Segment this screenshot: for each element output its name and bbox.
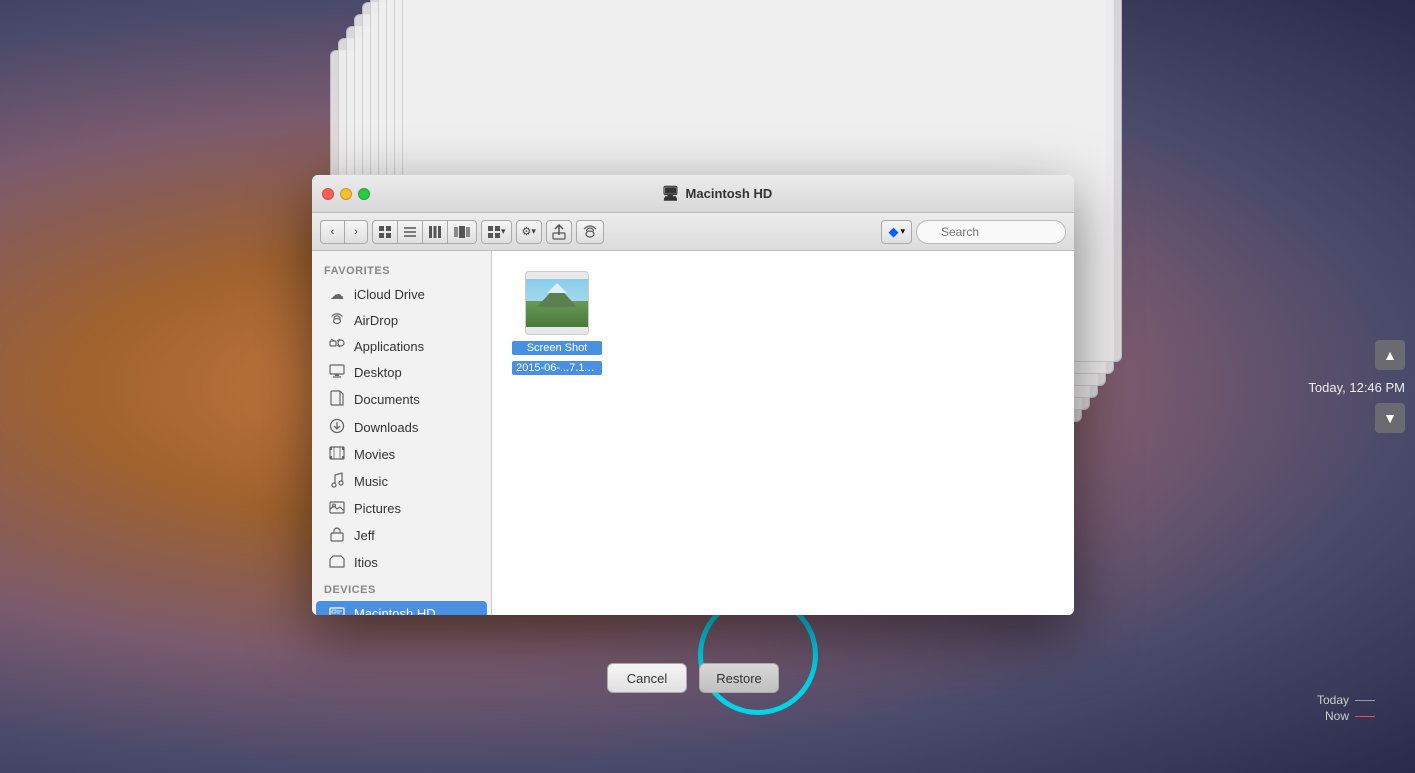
chevron-down-icon: ▼ — [1383, 410, 1397, 426]
bottom-buttons: Cancel Restore — [312, 663, 1074, 693]
sidebar-item-itios[interactable]: Itios — [316, 550, 487, 575]
devices-label: Devices — [312, 576, 491, 600]
icloud-icon: ☁ — [328, 286, 346, 303]
macintosh-hd-icon — [328, 605, 346, 615]
search-input[interactable] — [916, 220, 1066, 244]
dropbox-chevron: ▾ — [900, 226, 905, 237]
tm-now-line — [1355, 716, 1375, 717]
action-button[interactable]: ⚙▾ — [516, 220, 542, 244]
tm-scroll-up-button[interactable]: ▲ — [1375, 340, 1405, 370]
sidebar-label-macintosh-hd: Macintosh HD — [354, 606, 436, 615]
sidebar-item-movies[interactable]: Movies — [316, 442, 487, 467]
file-area: Screen Shot 2015-06-...7.11 PM — [492, 251, 1074, 615]
sidebar-label-pictures: Pictures — [354, 501, 401, 516]
pictures-icon — [328, 500, 346, 517]
sidebar-item-pictures[interactable]: Pictures — [316, 496, 487, 521]
sidebar-item-applications[interactable]: Applications — [316, 334, 487, 359]
sidebar-item-music[interactable]: Music — [316, 468, 487, 495]
file-name-line1: Screen Shot — [512, 341, 602, 355]
tm-today-line — [1355, 700, 1375, 701]
window-title: Macintosh HD — [686, 186, 773, 201]
view-list-button[interactable] — [397, 220, 422, 244]
view-column-button[interactable] — [422, 220, 447, 244]
file-item[interactable]: Screen Shot 2015-06-...7.11 PM — [512, 271, 602, 375]
hdd-icon: 🖥 — [662, 185, 680, 202]
sidebar-label-downloads: Downloads — [354, 420, 418, 435]
finder-window: 🖥 Macintosh HD ‹ › ▾ ⚙▾ — [312, 175, 1074, 615]
sidebar-label-documents: Documents — [354, 392, 420, 407]
sidebar-item-icloud[interactable]: ☁ iCloud Drive — [316, 282, 487, 307]
tm-scroll-down-button[interactable]: ▼ — [1375, 403, 1405, 433]
search-wrapper: 🔍 — [916, 220, 1066, 244]
sidebar-item-airdrop[interactable]: AirDrop — [316, 308, 487, 333]
traffic-lights — [322, 188, 370, 200]
back-button[interactable]: ‹ — [320, 220, 344, 244]
favorites-label: FAVORITES — [312, 257, 491, 281]
toolbar: ‹ › ▾ ⚙▾ — [312, 213, 1074, 251]
sidebar-label-airdrop: AirDrop — [354, 313, 398, 328]
tm-time-label: Today, 12:46 PM — [1308, 380, 1405, 395]
sidebar-item-macintosh-hd[interactable]: Macintosh HD — [316, 601, 487, 615]
airdrop-toolbar-button[interactable] — [576, 220, 604, 244]
tm-marker-now: Now — [1325, 709, 1375, 723]
movies-icon — [328, 446, 346, 463]
view-buttons — [372, 220, 477, 244]
tm-sidebar: ▲ Today, 12:46 PM ▼ — [1285, 0, 1415, 773]
close-button[interactable] — [322, 188, 334, 200]
maximize-button[interactable] — [358, 188, 370, 200]
tm-timeline: Today Now — [1317, 693, 1375, 723]
minimize-button[interactable] — [340, 188, 352, 200]
view-coverflow-button[interactable] — [447, 220, 477, 244]
documents-icon — [328, 390, 346, 409]
window-title-area: 🖥 Macintosh HD — [370, 185, 1064, 202]
dropbox-icon: ◆ — [888, 224, 898, 240]
sidebar-label-icloud: iCloud Drive — [354, 287, 425, 302]
sidebar-label-desktop: Desktop — [354, 365, 402, 380]
applications-icon — [328, 338, 346, 355]
sidebar-item-documents[interactable]: Documents — [316, 386, 487, 413]
view-icon-button[interactable] — [372, 220, 397, 244]
file-thumbnail — [525, 271, 589, 335]
sidebar-label-jeff: Jeff — [354, 528, 375, 543]
tm-now-label: Now — [1325, 709, 1349, 723]
content-area: FAVORITES ☁ iCloud Drive AirDrop Applica… — [312, 251, 1074, 615]
sidebar: FAVORITES ☁ iCloud Drive AirDrop Applica… — [312, 251, 492, 615]
cancel-button[interactable]: Cancel — [607, 663, 687, 693]
chevron-up-icon: ▲ — [1383, 347, 1397, 363]
itios-icon — [328, 554, 346, 571]
share-button[interactable] — [546, 220, 572, 244]
sidebar-label-itios: Itios — [354, 555, 378, 570]
arrange-button[interactable]: ▾ — [481, 220, 512, 244]
jeff-icon — [328, 526, 346, 545]
desktop-icon — [328, 364, 346, 381]
sidebar-label-applications: Applications — [354, 339, 424, 354]
restore-button[interactable]: Restore — [699, 663, 779, 693]
forward-button[interactable]: › — [344, 220, 368, 244]
title-bar: 🖥 Macintosh HD — [312, 175, 1074, 213]
music-icon — [328, 472, 346, 491]
tm-today-label: Today — [1317, 693, 1349, 707]
sidebar-item-jeff[interactable]: Jeff — [316, 522, 487, 549]
sidebar-item-downloads[interactable]: Downloads — [316, 414, 487, 441]
dropbox-button[interactable]: ◆ ▾ — [881, 220, 912, 244]
file-name-line2: 2015-06-...7.11 PM — [512, 361, 602, 375]
downloads-icon — [328, 418, 346, 437]
sidebar-item-desktop[interactable]: Desktop — [316, 360, 487, 385]
tm-marker-today: Today — [1317, 693, 1375, 707]
sidebar-label-movies: Movies — [354, 447, 395, 462]
airdrop-icon — [328, 312, 346, 329]
nav-buttons: ‹ › — [320, 220, 368, 244]
sidebar-label-music: Music — [354, 474, 388, 489]
